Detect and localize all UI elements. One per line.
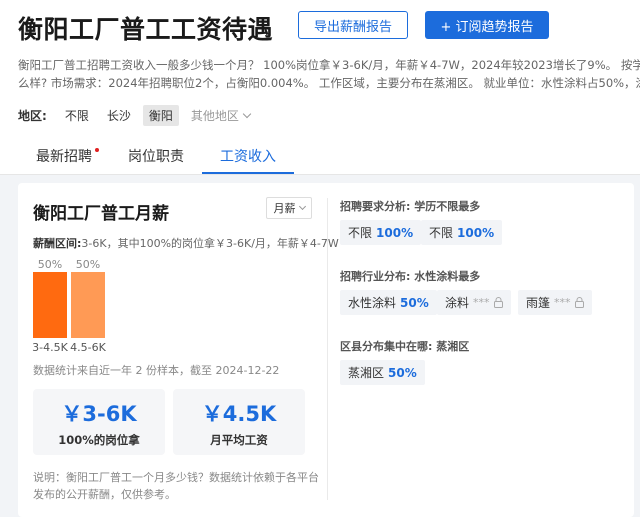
bar-percent-label: 50% — [37, 258, 63, 271]
page-header: 衡阳工厂普工工资待遇 导出薪酬报告 + 订阅趋势报告 衡阳工厂普工招聘工资收入一… — [0, 0, 640, 180]
period-select[interactable]: 月薪 — [266, 197, 312, 219]
region-option-changsha[interactable]: 长沙 — [101, 105, 137, 126]
region-label: 地区: — [18, 108, 47, 123]
salary-bar[interactable] — [71, 272, 105, 338]
description-line: 么样? 市场需求：2024年招聘职位2个，占衡阳0.004%。 工作区域，主要分… — [18, 76, 640, 90]
region-filter: 地区: 不限 长沙 衡阳 其他地区 — [18, 104, 262, 126]
chip-label: 涂料 — [445, 296, 470, 310]
requirements-title: 招聘要求分析: 学历不限最多 — [340, 200, 481, 213]
salary-range-text: 3-6K，其中100%的岗位拿￥3-6K/月，年薪￥4-7W — [81, 237, 339, 250]
lock-icon — [493, 297, 503, 308]
district-title: 区县分布集中在哪: 蒸湘区 — [340, 340, 470, 353]
stat-label: 100%的岗位拿 — [58, 433, 140, 447]
page-title: 衡阳工厂普工工资待遇 — [18, 15, 274, 44]
bar-category-label: 4.5-6K — [70, 341, 106, 354]
subscribe-report-button[interactable]: + 订阅趋势报告 — [425, 11, 549, 39]
other-region-dropdown[interactable]: 其他地区 — [185, 105, 256, 126]
industry-chip: 水性涂料 50% — [340, 290, 437, 315]
industry-chip-locked[interactable]: 涂料 *** — [437, 290, 511, 315]
chevron-down-icon — [242, 109, 252, 118]
chip-mask: *** — [554, 296, 571, 309]
chip-percent: 50% — [400, 295, 429, 310]
sample-note: 数据统计来自近一年 2 份样本，截至 2024-12-22 — [33, 364, 280, 377]
monthly-salary-title: 衡阳工厂普工月薪 — [33, 204, 169, 224]
chevron-down-icon — [298, 202, 306, 210]
bar-percent-label: 50% — [75, 258, 101, 271]
stat-value: ￥3-6K — [61, 402, 137, 426]
chip-label: 水性涂料 — [348, 296, 397, 310]
region-option-unlimited[interactable]: 不限 — [59, 105, 95, 126]
requirement-chip: 不限 100% — [421, 220, 503, 245]
region-option-hengyang[interactable]: 衡阳 — [142, 104, 179, 126]
salary-range: 薪酬区间:3-6K，其中100%的岗位拿￥3-6K/月，年薪￥4-7W — [33, 235, 339, 251]
other-region-label: 其他地区 — [190, 108, 239, 123]
stat-box-range: ￥3-6K 100%的岗位拿 — [33, 389, 165, 455]
district-chip: 蒸湘区 50% — [340, 360, 425, 385]
tab-job-duties[interactable]: 岗位职责 — [110, 142, 202, 174]
requirement-chip: 不限 100% — [340, 220, 422, 245]
chip-percent: 100% — [457, 225, 495, 240]
industry-title: 招聘行业分布: 水性涂料最多 — [340, 270, 481, 283]
salary-description: 衡阳工厂普工招聘工资收入一般多少钱一个月？ 100%岗位拿￥3-6K/月，年薪￥… — [18, 56, 640, 92]
chip-label: 雨篷 — [526, 296, 551, 310]
tab-salary[interactable]: 工资收入 — [202, 142, 294, 174]
explain-note: 说明：衡阳工厂普工一个月多少钱？数据统计依赖于各平台发布的公开薪酬，仅供参考。 — [33, 471, 319, 501]
period-value: 月薪 — [273, 202, 296, 215]
chip-percent: 100% — [376, 225, 414, 240]
salary-bar[interactable] — [33, 272, 67, 338]
tab-latest-jobs[interactable]: 最新招聘 — [18, 142, 110, 174]
export-report-button[interactable]: 导出薪酬报告 — [298, 11, 408, 39]
tab-label: 岗位职责 — [128, 149, 184, 165]
stat-value: ￥4.5K — [201, 402, 277, 426]
notification-dot — [95, 148, 99, 152]
tab-bar: 最新招聘 岗位职责 工资收入 — [18, 142, 294, 174]
lock-icon — [574, 297, 584, 308]
stat-box-average: ￥4.5K 月平均工资 — [173, 389, 305, 455]
chip-label: 蒸湘区 — [348, 366, 385, 380]
chip-label: 不限 — [429, 226, 454, 240]
salary-range-label: 薪酬区间: — [33, 237, 82, 250]
tab-label: 最新招聘 — [36, 149, 92, 165]
salary-distribution-chart: 50% 3-4.5K 50% 4.5-6K — [32, 256, 113, 354]
description-line: 衡阳工厂普工招聘工资收入一般多少钱一个月？ 100%岗位拿￥3-6K/月，年薪￥… — [18, 58, 640, 72]
stat-label: 月平均工资 — [210, 433, 268, 447]
chip-percent: 50% — [388, 365, 417, 380]
chip-label: 不限 — [348, 226, 373, 240]
industry-chip-locked[interactable]: 雨篷 *** — [518, 290, 592, 315]
chip-mask: *** — [473, 296, 490, 309]
tab-label: 工资收入 — [220, 149, 276, 165]
bar-category-label: 3-4.5K — [32, 341, 68, 354]
